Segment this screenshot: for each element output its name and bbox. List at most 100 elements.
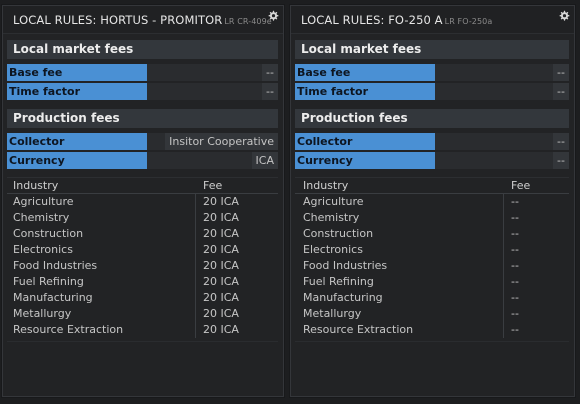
local-market-fees-heading: Local market fees — [7, 40, 278, 59]
industry-fee-table: Industry Fee Agriculture 20 ICA Chemistry… — [7, 177, 278, 338]
industry-cell: Agriculture — [303, 195, 364, 208]
time-factor-row: Time factor -- — [295, 83, 569, 100]
industry-cell: Manufacturing — [13, 291, 93, 304]
gear-icon[interactable] — [267, 10, 279, 22]
fee-cell: -- — [511, 211, 519, 224]
panel-title-text: LOCAL RULES: HORTUS - PROMITOR — [13, 13, 223, 27]
table-row[interactable]: Construction 20 ICA — [7, 226, 278, 242]
fee-cell: 20 ICA — [203, 243, 239, 256]
fee-column-header[interactable]: Fee — [203, 179, 222, 192]
panel-title: LOCAL RULES: FO-250 A LR FO-250a — [301, 13, 492, 27]
table-row[interactable]: Fuel Refining -- — [295, 274, 569, 290]
base-fee-label: Base fee — [295, 64, 435, 81]
time-factor-value: -- — [553, 83, 569, 100]
currency-value: -- — [553, 152, 569, 169]
fee-cell: -- — [511, 323, 519, 336]
local-rules-panel-hortus: LOCAL RULES: HORTUS - PROMITOR LR CR-409e… — [2, 5, 284, 397]
industry-cell: Construction — [303, 227, 374, 240]
local-rules-panel-fo250a: LOCAL RULES: FO-250 A LR FO-250a Local ma… — [290, 5, 575, 397]
base-fee-label: Base fee — [7, 64, 147, 81]
table-row[interactable]: Fuel Refining 20 ICA — [7, 274, 278, 290]
fee-cell: 20 ICA — [203, 211, 239, 224]
industry-cell: Chemistry — [13, 211, 70, 224]
collector-label: Collector — [295, 133, 435, 150]
table-row[interactable]: Chemistry -- — [295, 210, 569, 226]
table-row[interactable]: Metallurgy 20 ICA — [7, 306, 278, 322]
table-row[interactable]: Metallurgy -- — [295, 306, 569, 322]
panel-title-code: LR CR-409e — [224, 17, 272, 26]
industry-fee-table: Industry Fee Agriculture -- Chemistry -- C… — [295, 177, 569, 338]
table-row[interactable]: Food Industries 20 ICA — [7, 258, 278, 274]
industry-cell: Fuel Refining — [13, 275, 84, 288]
fee-cell: -- — [511, 307, 519, 320]
collector-value: -- — [553, 133, 569, 150]
industry-cell: Agriculture — [13, 195, 74, 208]
base-fee-row: Base fee -- — [7, 64, 278, 81]
time-factor-label: Time factor — [295, 83, 435, 100]
time-factor-row: Time factor -- — [7, 83, 278, 100]
table-row[interactable]: Manufacturing 20 ICA — [7, 290, 278, 306]
production-fees-heading: Production fees — [7, 109, 278, 128]
table-row[interactable]: Electronics -- — [295, 242, 569, 258]
fee-cell: -- — [511, 195, 519, 208]
fee-column-header[interactable]: Fee — [511, 179, 530, 192]
base-fee-value: -- — [262, 64, 278, 81]
collector-row: Collector Insitor Cooperative — [7, 133, 278, 150]
table-row[interactable]: Chemistry 20 ICA — [7, 210, 278, 226]
industry-cell: Chemistry — [303, 211, 360, 224]
fee-cell: -- — [511, 259, 519, 272]
base-fee-row: Base fee -- — [295, 64, 569, 81]
local-market-fees-heading: Local market fees — [295, 40, 569, 59]
table-row[interactable]: Food Industries -- — [295, 258, 569, 274]
collector-value: Insitor Cooperative — [165, 133, 278, 150]
panel-titlebar[interactable]: LOCAL RULES: FO-250 A LR FO-250a — [291, 6, 574, 34]
industry-column-header[interactable]: Industry — [303, 179, 348, 192]
industry-cell: Metallurgy — [303, 307, 362, 320]
industry-cell: Electronics — [303, 243, 363, 256]
currency-row: Currency -- — [295, 152, 569, 169]
fee-cell: -- — [511, 227, 519, 240]
table-body: Agriculture 20 ICA Chemistry 20 ICA Constr… — [7, 194, 278, 338]
fee-cell: 20 ICA — [203, 323, 239, 336]
currency-value: ICA — [251, 152, 278, 169]
fee-cell: 20 ICA — [203, 275, 239, 288]
table-row[interactable]: Resource Extraction -- — [295, 322, 569, 338]
gear-icon[interactable] — [558, 10, 570, 22]
collector-label: Collector — [7, 133, 147, 150]
currency-row: Currency ICA — [7, 152, 278, 169]
table-row[interactable]: Resource Extraction 20 ICA — [7, 322, 278, 338]
table-row[interactable]: Agriculture -- — [295, 194, 569, 210]
industry-cell: Resource Extraction — [13, 323, 124, 336]
fee-cell: 20 ICA — [203, 291, 239, 304]
table-row[interactable]: Electronics 20 ICA — [7, 242, 278, 258]
industry-cell: Fuel Refining — [303, 275, 374, 288]
fee-cell: 20 ICA — [203, 227, 239, 240]
table-body: Agriculture -- Chemistry -- Construction --… — [295, 194, 569, 338]
panel-title: LOCAL RULES: HORTUS - PROMITOR LR CR-409e — [13, 13, 272, 27]
industry-cell: Electronics — [13, 243, 73, 256]
table-header: Industry Fee — [295, 178, 569, 194]
table-row[interactable]: Manufacturing -- — [295, 290, 569, 306]
collector-row: Collector -- — [295, 133, 569, 150]
fee-cell: -- — [511, 243, 519, 256]
panel-title-code: LR FO-250a — [444, 17, 493, 26]
industry-cell: Metallurgy — [13, 307, 72, 320]
currency-label: Currency — [7, 152, 147, 169]
industry-cell: Construction — [13, 227, 84, 240]
time-factor-value: -- — [262, 83, 278, 100]
currency-label: Currency — [295, 152, 435, 169]
industry-column-header[interactable]: Industry — [13, 179, 58, 192]
fee-cell: -- — [511, 275, 519, 288]
fee-cell: 20 ICA — [203, 259, 239, 272]
time-factor-label: Time factor — [7, 83, 147, 100]
industry-cell: Resource Extraction — [303, 323, 414, 336]
fee-cell: -- — [511, 291, 519, 304]
fee-cell: 20 ICA — [203, 307, 239, 320]
table-row[interactable]: Construction -- — [295, 226, 569, 242]
industry-cell: Food Industries — [13, 259, 98, 272]
panel-title-text: LOCAL RULES: FO-250 A — [301, 13, 443, 27]
table-row[interactable]: Agriculture 20 ICA — [7, 194, 278, 210]
panel-titlebar[interactable]: LOCAL RULES: HORTUS - PROMITOR LR CR-409e — [3, 6, 283, 34]
production-fees-heading: Production fees — [295, 109, 569, 128]
fee-cell: 20 ICA — [203, 195, 239, 208]
